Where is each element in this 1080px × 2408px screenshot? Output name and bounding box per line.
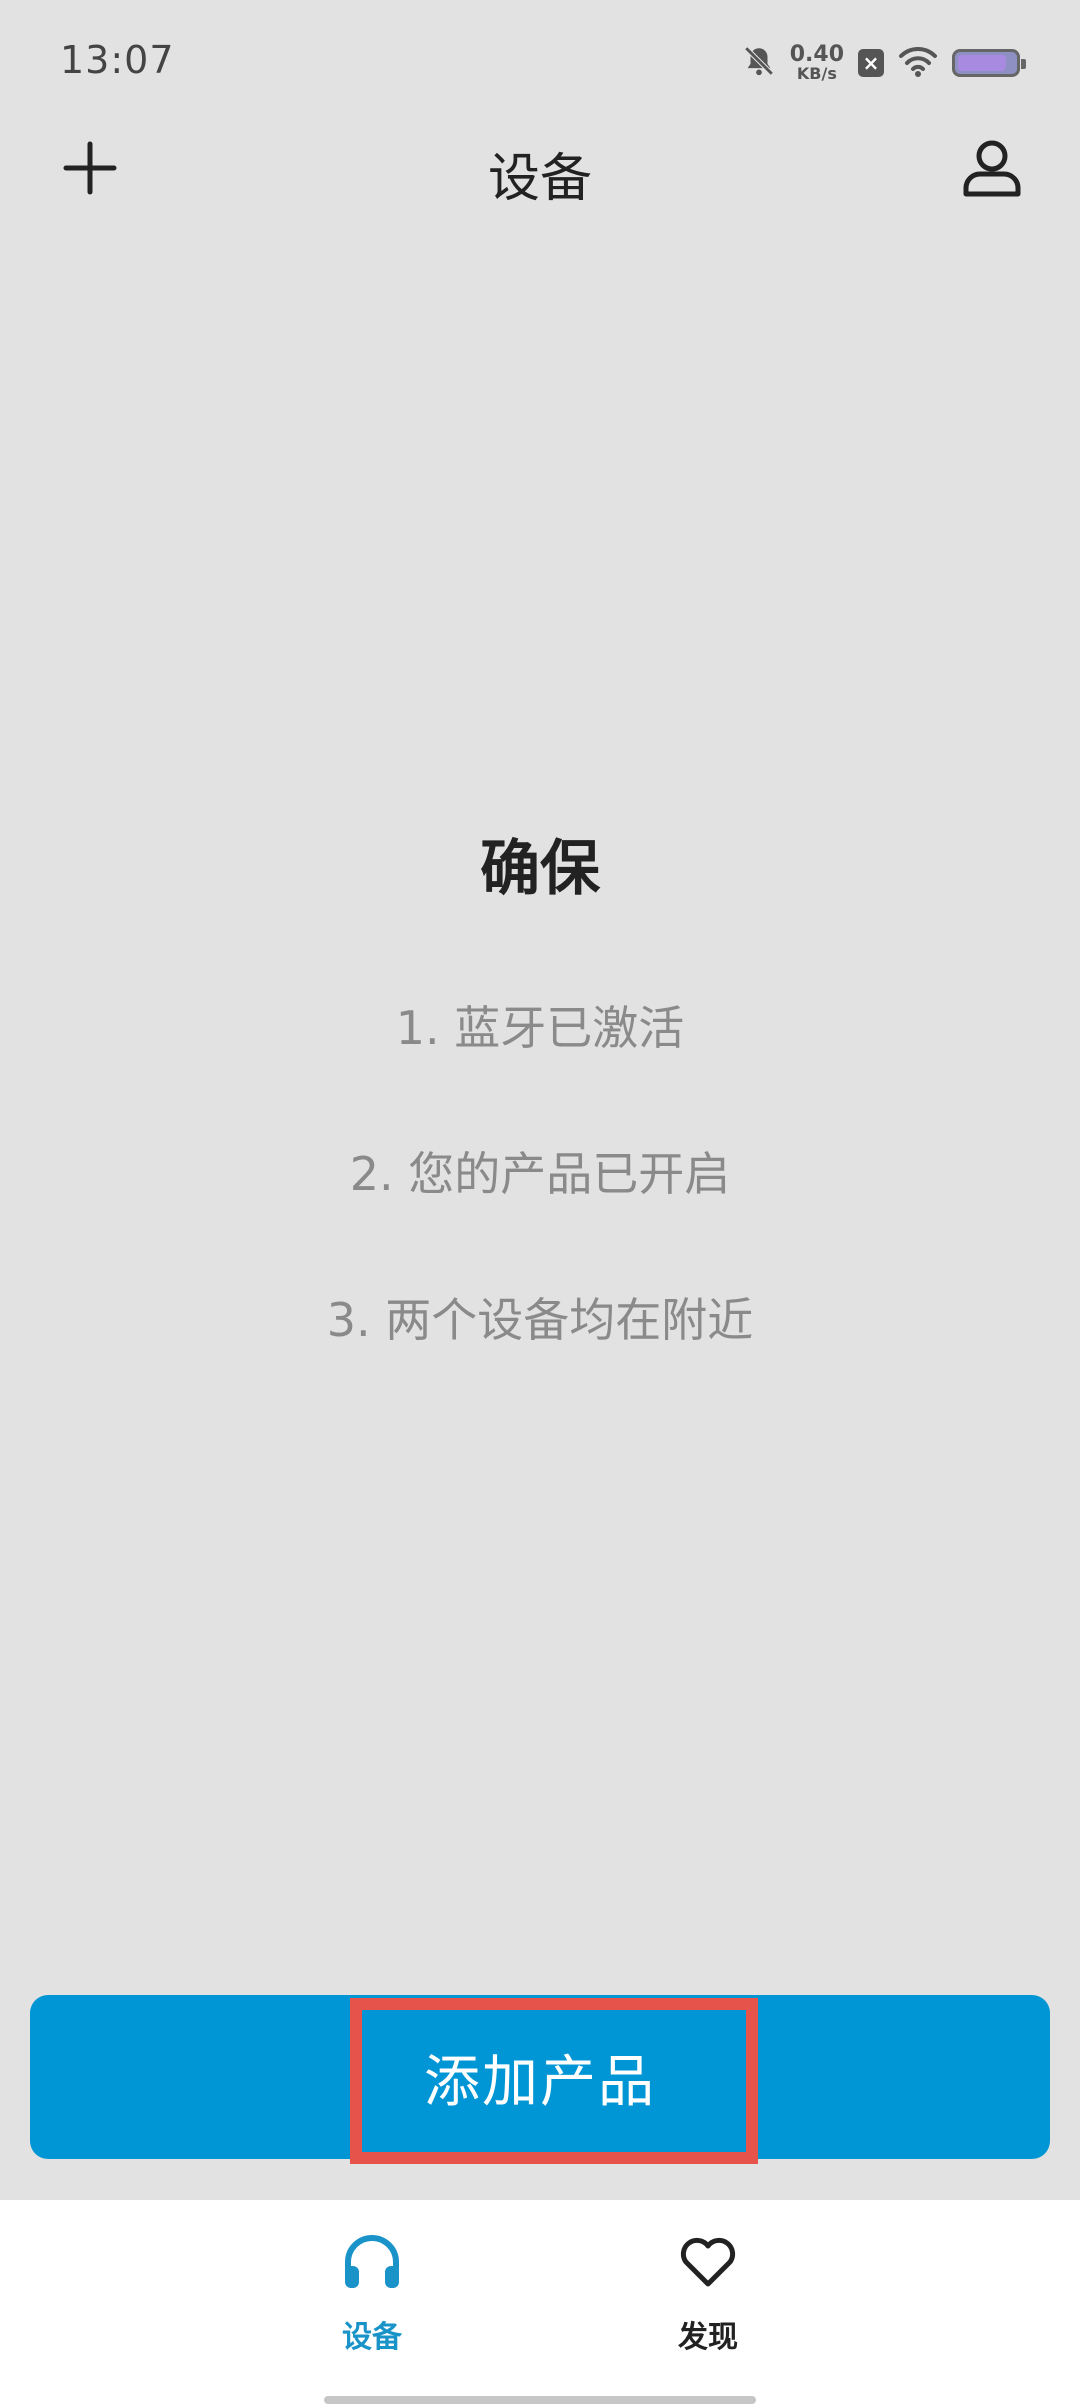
instruction-item-bluetooth: 1. 蓝牙已激活 [395, 1001, 685, 1055]
setup-instructions: 确保 1. 蓝牙已激活 2. 您的产品已开启 3. 两个设备均在附近 [0, 820, 1080, 1436]
wifi-icon [898, 44, 938, 82]
instruction-item-nearby: 3. 两个设备均在附近 [326, 1293, 754, 1347]
battery-icon [952, 49, 1026, 77]
heart-icon [676, 2230, 740, 2294]
bottom-navigation: 设备 发现 [0, 2200, 1080, 2408]
instructions-heading: 确保 [480, 834, 600, 904]
nav-label-discover: 发现 [678, 2320, 738, 2355]
nav-label-devices: 设备 [342, 2320, 402, 2355]
instruction-item-power-on: 2. 您的产品已开启 [349, 1147, 731, 1201]
account-button[interactable] [952, 130, 1032, 210]
add-product-button[interactable]: 添加产品 [30, 1995, 1050, 2159]
battery-cap [1021, 59, 1026, 69]
bell-muted-icon [742, 44, 776, 82]
status-time: 13:07 [60, 38, 175, 82]
instructions-list: 1. 蓝牙已激活 2. 您的产品已开启 3. 两个设备均在附近 [0, 998, 1080, 1436]
status-bar: 13:07 0.40 KB/s × [0, 0, 1080, 120]
add-product-label: 添加产品 [424, 2049, 656, 2115]
top-app-bar: 设备 [0, 120, 1080, 220]
network-speed-value: 0.40 [789, 42, 844, 67]
page-title: 设备 [487, 149, 592, 209]
network-speed-unit: KB/s [796, 64, 837, 83]
nav-tab-discover[interactable]: 发现 [628, 2230, 788, 2360]
headphones-icon [340, 2230, 404, 2294]
close-badge-icon: × [858, 49, 884, 77]
nav-tab-devices[interactable]: 设备 [292, 2230, 452, 2360]
person-icon [960, 136, 1024, 204]
home-indicator[interactable] [324, 2396, 756, 2404]
battery-level [958, 55, 1006, 71]
status-icons: 0.40 KB/s × [742, 38, 1026, 88]
network-speed: 0.40 KB/s [790, 44, 844, 82]
